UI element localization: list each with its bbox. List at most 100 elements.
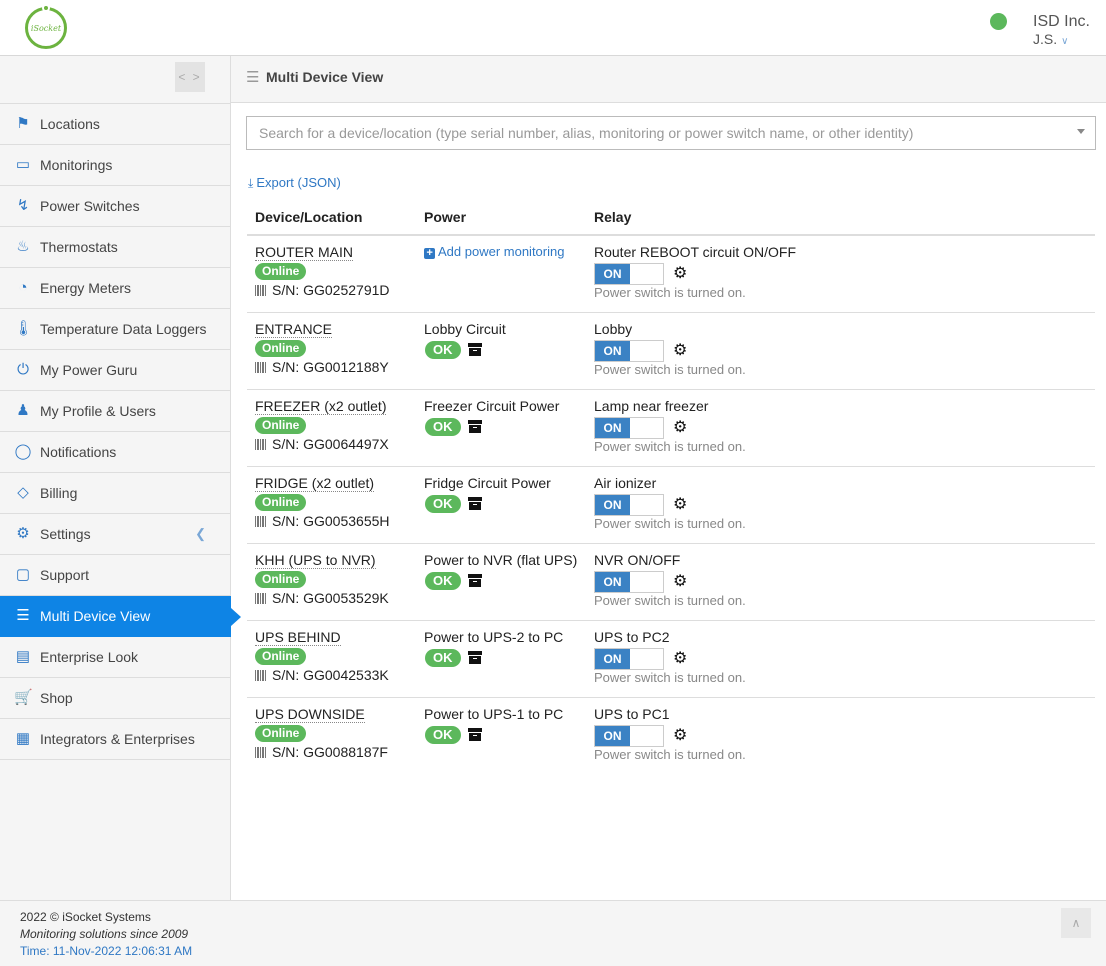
relay-toggle[interactable]: ON [594, 725, 664, 747]
toggle-on-label: ON [595, 418, 630, 438]
sidebar-item-label: Enterprise Look [40, 649, 139, 665]
archive-icon[interactable] [468, 574, 482, 587]
relay-status-text: Power switch is turned on. [594, 362, 746, 377]
power-monitor-name: Freezer Circuit Power [424, 398, 560, 414]
gear-icon[interactable]: ⚙ [673, 494, 687, 514]
gear-icon[interactable]: ⚙ [673, 340, 687, 360]
top-bar: iSocket ISD Inc. J.S. ∨ [0, 0, 1106, 56]
sidebar-item-thermostats[interactable]: ♨ Thermostats [0, 227, 231, 268]
column-header-relay: Relay [594, 209, 632, 225]
sidebar-item-notifications[interactable]: ◯ Notifications [0, 432, 231, 473]
search-input[interactable] [247, 117, 1047, 149]
gear-icon[interactable]: ⚙ [673, 648, 687, 668]
tagline-text: Monitoring solutions since 2009 [20, 927, 189, 941]
add-power-monitoring-link[interactable]: + Add power monitoring [424, 244, 564, 259]
sidebar-item-energy-meters[interactable]: ◔ Energy Meters [0, 268, 231, 309]
user-menu[interactable]: J.S. ∨ [1033, 31, 1068, 47]
device-name-link[interactable]: FRIDGE (x2 outlet) [255, 475, 375, 492]
serial-number: S/N: GG0053529K [255, 590, 389, 606]
isocket-logo[interactable]: iSocket [25, 4, 67, 49]
relay-toggle[interactable]: ON [594, 417, 664, 439]
relay-toggle[interactable]: ON [594, 648, 664, 670]
online-status-badge: Online [255, 571, 307, 588]
device-name-link[interactable]: FREEZER (x2 outlet) [255, 398, 387, 415]
archive-icon[interactable] [468, 420, 482, 433]
power-ok-badge: OK [425, 495, 461, 513]
serial-number: S/N: GG0053655H [255, 513, 390, 529]
device-name-link[interactable]: ENTRANCE [255, 321, 333, 338]
logo-text: iSocket [30, 24, 62, 33]
sidebar-item-enterprise-look[interactable]: ▤ Enterprise Look [0, 637, 231, 678]
device-name-link[interactable]: ROUTER MAIN [255, 244, 353, 261]
device-name-link[interactable]: UPS DOWNSIDE [255, 706, 365, 723]
scroll-to-top-button[interactable]: ∧ [1061, 908, 1091, 938]
sidebar-item-locations[interactable]: ⚑ Locations [0, 104, 231, 145]
barcode-icon [255, 747, 267, 758]
sidebar-item-temperature-data-loggers[interactable]: 🌡 Temperature Data Loggers [0, 309, 231, 350]
archive-icon[interactable] [468, 343, 482, 356]
serial-number-text: S/N: GG0053655H [272, 513, 390, 529]
device-name-link[interactable]: KHH (UPS to NVR) [255, 552, 376, 569]
list-icon: ☰ [16, 607, 30, 624]
sidebar-item-label: Integrators & Enterprises [40, 731, 195, 747]
archive-icon[interactable] [468, 651, 482, 664]
sidebar-item-power-switches[interactable]: ↯ Power Switches [0, 186, 231, 227]
sidebar-item-support[interactable]: ▢ Support [0, 555, 231, 596]
sidebar-item-my-profile-users[interactable]: ♟ My Profile & Users [0, 391, 231, 432]
sidebar-item-label: Multi Device View [40, 608, 151, 624]
sidebar-item-shop[interactable]: 🛒 Shop [0, 678, 231, 719]
collapse-sidebar-button[interactable]: < > [175, 62, 205, 92]
export-json-link[interactable]: ⤓ Export (JSON) [248, 175, 341, 191]
archive-icon[interactable] [468, 497, 482, 510]
relay-status-text: Power switch is turned on. [594, 593, 746, 608]
sidebar-item-integrators-enterprises[interactable]: ▦ Integrators & Enterprises [0, 719, 231, 760]
map-pin-icon: ⚑ [16, 115, 30, 132]
sidebar-item-label: Monitorings [40, 157, 113, 173]
relay-name: UPS to PC2 [594, 629, 670, 645]
relay-name: Air ionizer [594, 475, 657, 491]
gear-icon[interactable]: ⚙ [673, 263, 687, 283]
plug-icon: ↯ [16, 197, 30, 214]
archive-icon[interactable] [468, 728, 482, 741]
relay-status-text: Power switch is turned on. [594, 747, 746, 762]
relay-toggle[interactable]: ON [594, 340, 664, 362]
chevron-down-icon: ∨ [1061, 36, 1069, 47]
table-row: FRIDGE (x2 outlet) Online S/N: GG0053655… [247, 467, 1095, 544]
power-ok-badge: OK [425, 726, 461, 744]
relay-toggle[interactable]: ON [594, 494, 664, 516]
relay-status-text: Power switch is turned on. [594, 439, 746, 454]
table-row: ENTRANCE Online S/N: GG0012188Y Lobby Ci… [247, 313, 1095, 390]
relay-name: NVR ON/OFF [594, 552, 681, 568]
relay-name: Router REBOOT circuit ON/OFF [594, 244, 796, 260]
serial-number: S/N: GG0088187F [255, 744, 388, 760]
serial-number-text: S/N: GG0053529K [272, 590, 389, 606]
column-header-power: Power [424, 209, 467, 225]
online-status-badge: Online [255, 725, 307, 742]
serial-number: S/N: GG0012188Y [255, 359, 389, 375]
add-power-label: Add power monitoring [438, 244, 565, 259]
sidebar-item-my-power-guru[interactable]: ⏻ My Power Guru [0, 350, 231, 391]
gear-icon[interactable]: ⚙ [673, 571, 687, 591]
barcode-icon [255, 285, 267, 296]
sidebar-item-monitorings[interactable]: ▭ Monitorings [0, 145, 231, 186]
gear-icon[interactable]: ⚙ [673, 725, 687, 745]
power-monitor-name: Power to UPS-2 to PC [424, 629, 564, 645]
serial-number: S/N: GG0042533K [255, 667, 389, 683]
relay-toggle[interactable]: ON [594, 571, 664, 593]
power-monitor-name: Power to NVR (flat UPS) [424, 552, 578, 568]
chevron-up-icon: ∧ [1071, 916, 1081, 930]
list-icon: ☰ [246, 69, 260, 86]
device-name-link[interactable]: UPS BEHIND [255, 629, 341, 646]
dropdown-arrow-icon[interactable] [1077, 129, 1085, 134]
user-initials: J.S. [1033, 31, 1058, 47]
device-search-select[interactable] [246, 116, 1096, 150]
sidebar-item-billing[interactable]: ◇ Billing [0, 473, 231, 514]
gear-icon[interactable]: ⚙ [673, 417, 687, 437]
sidebar-item-label: Support [40, 567, 90, 583]
relay-toggle[interactable]: ON [594, 263, 664, 285]
sidebar-item-multi-device-view[interactable]: ☰ Multi Device View [0, 596, 241, 637]
power-ok-badge: OK [425, 418, 461, 436]
table-header: Device/Location Power Relay [247, 197, 1095, 236]
sidebar-item-label: Thermostats [40, 239, 118, 255]
sidebar-item-settings[interactable]: ⚙ Settings ❮ [0, 514, 231, 555]
